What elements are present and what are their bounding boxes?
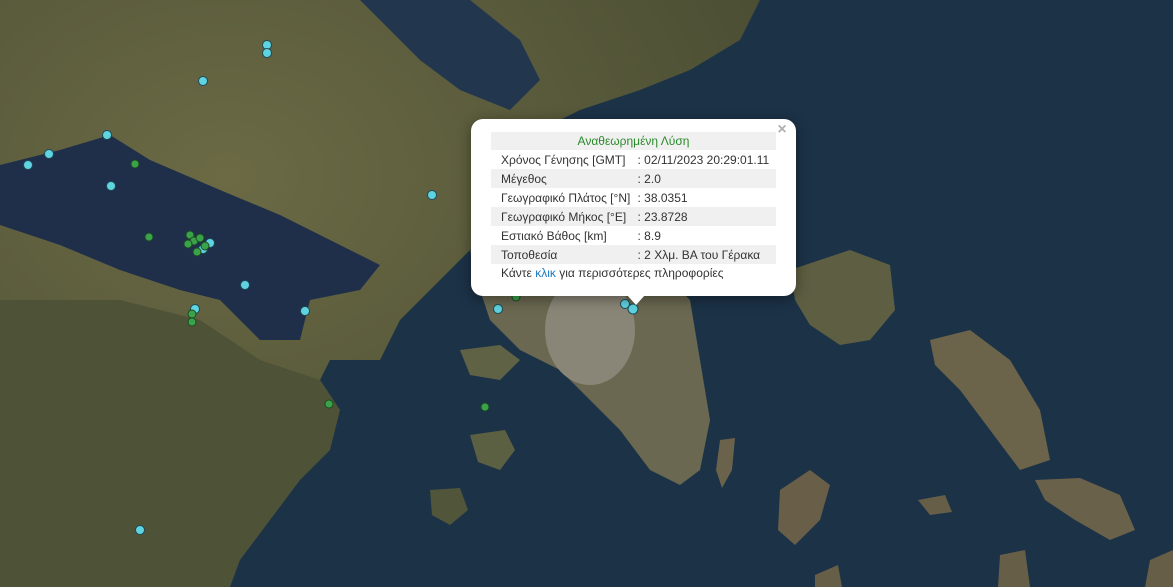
earthquake-marker[interactable] bbox=[183, 239, 193, 249]
earthquake-marker[interactable] bbox=[300, 306, 310, 316]
info-value: : 02/11/2023 20:29:01.11 bbox=[637, 152, 770, 167]
south-island bbox=[998, 550, 1030, 587]
earthquake-marker[interactable] bbox=[262, 48, 272, 58]
earthquake-marker[interactable] bbox=[187, 309, 197, 319]
earthquake-info-popup: × Αναθεωρημένη Λύση Χρόνος Γένησης [GMT]… bbox=[471, 119, 796, 296]
earthquake-marker[interactable] bbox=[23, 160, 33, 170]
info-row-location: Τοποθεσία : 2 Χλμ. ΒΑ του Γέρακα bbox=[491, 245, 776, 264]
earthquake-marker[interactable] bbox=[44, 149, 54, 159]
info-label: Γεωγραφικό Μήκος [°E] bbox=[491, 207, 638, 226]
info-row-latitude: Γεωγραφικό Πλάτος [°N] : 38.0351 bbox=[491, 188, 776, 207]
earthquake-marker[interactable] bbox=[200, 241, 210, 251]
info-row-depth: Εστιακό Βάθος [km] : 8.9 bbox=[491, 226, 776, 245]
info-value: : 8.9 bbox=[637, 228, 661, 243]
earthquake-marker[interactable] bbox=[187, 317, 197, 327]
popup-title: Αναθεωρημένη Λύση bbox=[491, 132, 776, 150]
earthquake-marker[interactable] bbox=[240, 280, 250, 290]
info-row-origin-time: Χρόνος Γένησης [GMT] : 02/11/2023 20:29:… bbox=[491, 150, 776, 169]
info-label: Μέγεθος bbox=[491, 169, 638, 188]
info-value: : 23.8728 bbox=[637, 207, 776, 226]
more-info-link[interactable]: κλικ bbox=[535, 266, 556, 280]
earthquake-info-table: Χρόνος Γένησης [GMT] : 02/11/2023 20:29:… bbox=[491, 150, 776, 264]
info-label: Χρόνος Γένησης [GMT] bbox=[501, 152, 626, 167]
close-icon[interactable]: × bbox=[773, 121, 791, 139]
info-label: Γεωγραφικό Πλάτος [°N] bbox=[501, 190, 631, 205]
info-value: : 38.0351 bbox=[637, 190, 688, 205]
earthquake-marker[interactable] bbox=[192, 247, 202, 257]
info-label: Τοποθεσία bbox=[491, 245, 638, 264]
more-info-line: Κάντε κλικ για περισσότερες πληροφορίες bbox=[491, 264, 776, 283]
info-row-longitude: Γεωγραφικό Μήκος [°E] : 23.8728 bbox=[491, 207, 776, 226]
more-info-prefix: Κάντε bbox=[501, 266, 536, 280]
more-info-suffix: για περισσότερες πληροφορίες bbox=[555, 266, 724, 280]
earthquake-marker[interactable] bbox=[427, 190, 437, 200]
earthquake-marker[interactable] bbox=[195, 233, 205, 243]
earthquake-marker[interactable] bbox=[324, 399, 334, 409]
popup-pointer bbox=[627, 295, 645, 305]
earthquake-marker[interactable] bbox=[144, 232, 154, 242]
earthquake-marker[interactable] bbox=[106, 181, 116, 191]
info-row-magnitude: Μέγεθος : 2.0 bbox=[491, 169, 776, 188]
info-label: Εστιακό Βάθος [km] bbox=[501, 228, 607, 243]
earthquake-marker[interactable] bbox=[480, 402, 490, 412]
earthquake-marker[interactable] bbox=[198, 76, 208, 86]
info-value: : 2.0 bbox=[637, 169, 776, 188]
info-value: : 2 Χλμ. ΒΑ του Γέρακα bbox=[637, 245, 776, 264]
earthquake-marker-selected[interactable] bbox=[627, 303, 639, 315]
earthquake-marker[interactable] bbox=[102, 130, 112, 140]
earthquake-marker[interactable] bbox=[130, 159, 140, 169]
earthquake-marker[interactable] bbox=[135, 525, 145, 535]
earthquake-marker[interactable] bbox=[493, 304, 503, 314]
